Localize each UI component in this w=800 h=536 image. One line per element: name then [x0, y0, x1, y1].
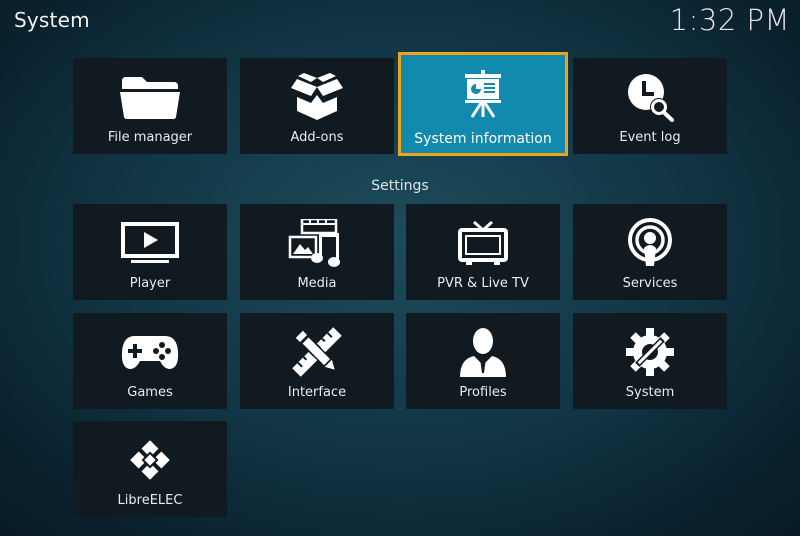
tile-label: LibreELEC	[117, 493, 183, 508]
tile-games[interactable]: Games	[73, 313, 227, 409]
tile-label: System information	[414, 131, 552, 147]
tile-pvr-live-tv[interactable]: PVR & Live TV	[406, 204, 560, 300]
tile-add-ons[interactable]: Add-ons	[240, 58, 394, 154]
tile-label: Services	[622, 276, 678, 291]
gamepad-icon	[121, 327, 179, 377]
tile-label: Event log	[619, 130, 681, 145]
tile-system[interactable]: System	[573, 313, 727, 409]
tile-libreelec[interactable]: LibreELEC	[73, 421, 227, 517]
tile-system-information[interactable]: System information	[398, 52, 568, 156]
tile-player[interactable]: Player	[73, 204, 227, 300]
tile-profiles[interactable]: Profiles	[406, 313, 560, 409]
tile-interface[interactable]: Interface	[240, 313, 394, 409]
tile-label: File manager	[107, 130, 193, 145]
tv-icon	[458, 218, 508, 268]
clock: 1:32 PM	[669, 3, 790, 37]
pencil-ruler-icon	[292, 327, 342, 377]
tile-label: PVR & Live TV	[437, 276, 529, 291]
user-profile-icon	[458, 327, 508, 377]
broadcast-icon	[625, 218, 675, 268]
presentation-board-icon	[463, 69, 503, 119]
tile-label: Interface	[287, 385, 347, 400]
libreelec-logo-icon	[125, 435, 175, 485]
gear-wrench-icon	[624, 327, 676, 377]
player-screen-icon	[121, 218, 179, 268]
tile-label: Player	[129, 276, 171, 291]
tile-label: Media	[297, 276, 337, 291]
media-icon	[288, 218, 346, 268]
tile-label: System	[625, 385, 675, 400]
tile-label: Add-ons	[290, 130, 344, 145]
open-box-icon	[290, 72, 344, 122]
window-title: System	[14, 8, 90, 32]
tile-label: Games	[127, 385, 173, 400]
tile-label: Profiles	[459, 385, 507, 400]
folder-icon	[120, 72, 180, 122]
tile-event-log[interactable]: Event log	[573, 58, 727, 154]
settings-section-heading: Settings	[371, 178, 429, 194]
tile-file-manager[interactable]: File manager	[73, 58, 227, 154]
tile-services[interactable]: Services	[573, 204, 727, 300]
tile-media[interactable]: Media	[240, 204, 394, 300]
clock-search-icon	[625, 72, 675, 122]
